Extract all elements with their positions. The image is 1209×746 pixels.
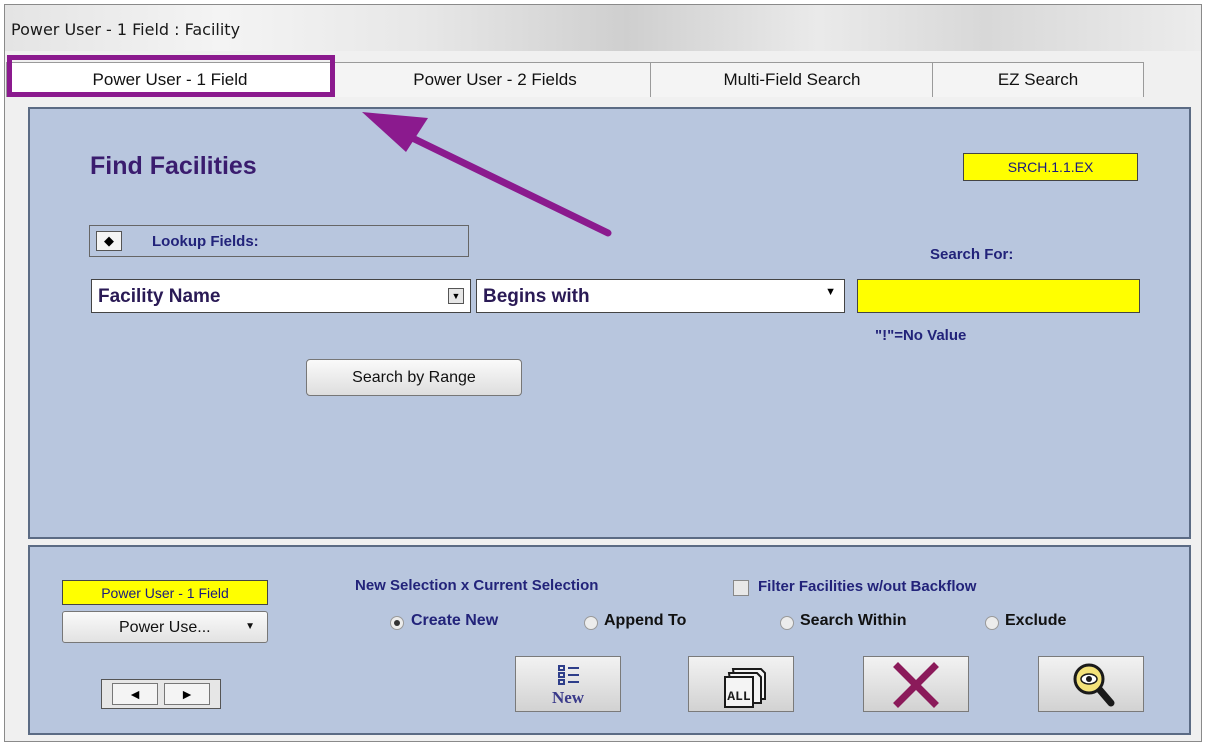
screen-code-badge: SRCH.1.1.EX xyxy=(963,153,1138,181)
search-button[interactable] xyxy=(1038,656,1144,712)
mode-dropdown-value: Power Use... xyxy=(119,619,211,636)
chevron-down-icon: ▼ xyxy=(245,621,255,632)
radio-append-to[interactable] xyxy=(584,616,598,630)
previous-button[interactable]: ◄ xyxy=(112,683,158,705)
radio-search-within[interactable] xyxy=(780,616,794,630)
lookup-fields-label: Lookup Fields: xyxy=(152,233,259,250)
dropdown-arrow-icon[interactable]: ▼ xyxy=(448,288,464,304)
next-button[interactable]: ► xyxy=(164,683,210,705)
arrow-annotation xyxy=(362,112,612,237)
radio-create-new[interactable] xyxy=(390,616,404,630)
radio-search-within-label: Search Within xyxy=(800,612,907,629)
all-button[interactable]: ALL xyxy=(688,656,794,712)
lookup-toggle-icon[interactable]: ◆ xyxy=(96,231,122,251)
tab-multi-field-search[interactable]: Multi-Field Search xyxy=(650,62,934,97)
no-value-hint: "!"=No Value xyxy=(875,327,967,344)
search-for-label: Search For: xyxy=(930,246,1014,263)
record-navigation: ◄ ► xyxy=(101,679,221,709)
dropdown-arrow-icon[interactable]: ▼ xyxy=(825,286,836,298)
radio-append-to-label: Append To xyxy=(604,612,687,629)
new-button-label: New xyxy=(552,688,585,707)
filter-backflow-label: Filter Facilities w/out Backflow xyxy=(758,578,977,595)
radio-exclude-label: Exclude xyxy=(1005,612,1067,629)
magnifier-eye-icon xyxy=(1073,663,1115,707)
page-title: Find Facilities xyxy=(90,152,257,180)
tab-power-user-2-fields[interactable]: Power User - 2 Fields xyxy=(334,62,656,97)
title-bar: Power User - 1 Field : Facility xyxy=(5,5,1201,51)
all-button-label: ALL xyxy=(727,689,751,704)
cancel-x-icon xyxy=(893,662,939,708)
field-select[interactable]: Facility Name ▼ xyxy=(91,279,471,313)
filter-backflow-checkbox[interactable] xyxy=(733,580,749,596)
radio-create-new-label: Create New xyxy=(411,612,499,629)
cancel-button[interactable] xyxy=(863,656,969,712)
tab-ez-search[interactable]: EZ Search xyxy=(932,62,1144,97)
tab-highlight-box xyxy=(7,55,335,97)
operator-select-value: Begins with xyxy=(483,286,590,307)
selection-mode-label: New Selection x Current Selection xyxy=(355,577,599,594)
new-list-icon: New xyxy=(552,665,585,707)
search-by-range-button[interactable]: Search by Range xyxy=(306,359,522,396)
field-select-value: Facility Name xyxy=(98,286,221,307)
all-records-icon: ALL xyxy=(724,668,766,708)
operator-select[interactable]: Begins with ▼ xyxy=(476,279,845,313)
mode-dropdown[interactable]: Power Use... ▼ xyxy=(62,611,268,643)
window-title: Power User - 1 Field : Facility xyxy=(11,20,241,39)
new-button[interactable]: New xyxy=(515,656,621,712)
search-for-input[interactable] xyxy=(857,279,1140,313)
mode-badge: Power User - 1 Field xyxy=(62,580,268,605)
radio-exclude[interactable] xyxy=(985,616,999,630)
